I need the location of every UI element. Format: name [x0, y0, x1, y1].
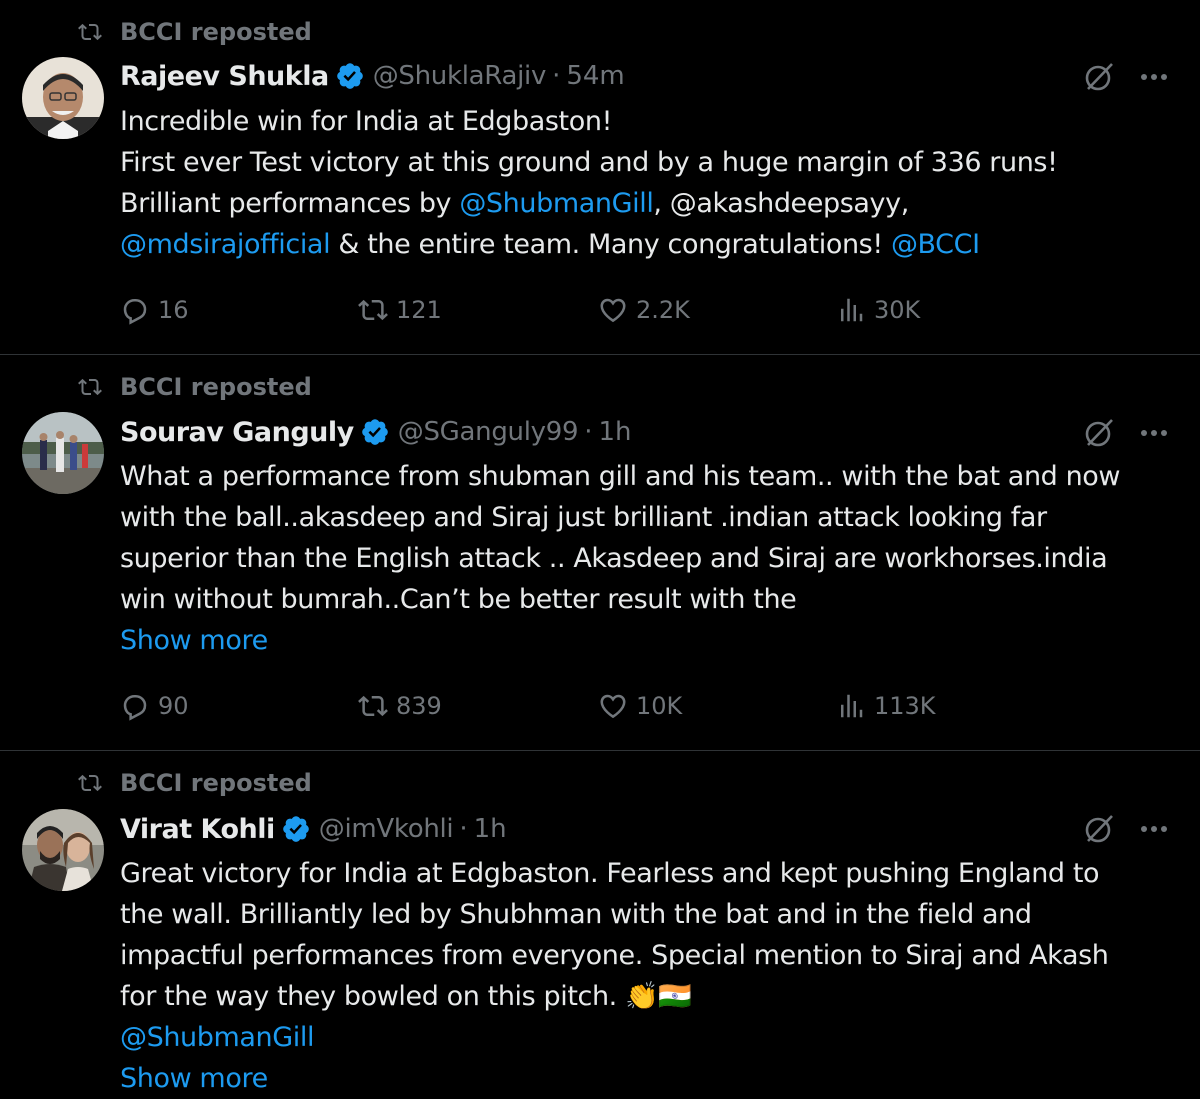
reply-button[interactable]: 16: [120, 290, 189, 330]
reply-button[interactable]: 90: [120, 686, 189, 726]
repost-label: BCCI reposted: [120, 373, 312, 401]
verified-badge-icon: [336, 63, 363, 89]
views-icon: [841, 298, 863, 322]
share-icon: [1144, 299, 1164, 320]
avatar[interactable]: [22, 412, 104, 494]
views-count: 30K: [874, 296, 921, 324]
repost-indicator: BCCI reposted: [78, 372, 312, 402]
tweet-1[interactable]: BCCI reposted Rajeev Shukla @ShuklaRajiv…: [0, 0, 1200, 354]
like-button[interactable]: 10K: [598, 686, 682, 726]
bookmark-icon: [1086, 695, 1102, 718]
grok-icon[interactable]: [1082, 60, 1116, 94]
tweet-line: First ever Test victory at this ground a…: [120, 147, 1058, 178]
repost-indicator: BCCI reposted: [78, 768, 312, 798]
like-count: 2.2K: [636, 296, 690, 324]
views-button[interactable]: 113K: [836, 686, 936, 726]
verified-badge-icon: [282, 816, 309, 842]
bookmark-button[interactable]: [1074, 290, 1114, 330]
show-more-link[interactable]: Show more: [120, 625, 268, 656]
separator: ·: [459, 814, 468, 844]
separator: ·: [552, 61, 561, 91]
repost-label: BCCI reposted: [120, 769, 312, 797]
mention-link[interactable]: @ShubmanGill: [459, 188, 653, 219]
more-icon[interactable]: [1138, 813, 1170, 845]
views-count: 113K: [874, 692, 936, 720]
handle[interactable]: @ShuklaRajiv: [373, 61, 547, 91]
tweet-line: Great victory for India at Edgbaston. Fe…: [120, 858, 1100, 889]
repost-icon: [358, 695, 388, 717]
tweet-line: @mdsirajofficial & the entire team. Many…: [120, 229, 980, 260]
avatar[interactable]: [22, 57, 104, 139]
tweet-text: What a performance from shubman gill and…: [120, 456, 1180, 661]
repost-label: BCCI reposted: [120, 18, 312, 46]
timestamp[interactable]: 1h: [598, 417, 631, 447]
bookmark-button[interactable]: [1074, 686, 1114, 726]
like-button[interactable]: 2.2K: [598, 290, 690, 330]
repost-count: 121: [396, 296, 442, 324]
tweet-line: win without bumrah..Can’t be better resu…: [120, 584, 797, 615]
repost-indicator: BCCI reposted: [78, 17, 312, 47]
tweet-2[interactable]: BCCI reposted Sourav Ganguly @SGanguly99…: [0, 355, 1200, 750]
tweet-line: What a performance from shubman gill and…: [120, 461, 1121, 492]
share-button[interactable]: [1134, 290, 1174, 330]
repost-button[interactable]: 121: [358, 290, 442, 330]
tweet-line: for the way they bowled on this pitch. 👏…: [120, 981, 692, 1012]
tweet-line: Incredible win for India at Edgbaston!: [120, 106, 612, 137]
grok-icon[interactable]: [1082, 416, 1116, 450]
tweet-text: Great victory for India at Edgbaston. Fe…: [120, 853, 1180, 1099]
grok-icon[interactable]: [1082, 812, 1116, 846]
views-button[interactable]: 30K: [836, 290, 920, 330]
handle[interactable]: @imVkohli: [319, 814, 454, 844]
reply-count: 90: [158, 692, 189, 720]
repost-count: 839: [396, 692, 442, 720]
display-name[interactable]: Sourav Ganguly: [120, 417, 354, 448]
tweet-line: Show more: [120, 620, 1180, 661]
tweet-line: Show more: [120, 1058, 1180, 1099]
repost-button[interactable]: 839: [358, 686, 442, 726]
mention-link[interactable]: @ShubmanGill: [120, 1022, 314, 1053]
display-name[interactable]: Rajeev Shukla: [120, 61, 329, 92]
bookmark-icon: [1086, 299, 1102, 322]
reply-count: 16: [158, 296, 189, 324]
action-bar: 90 839 10K 113K: [120, 686, 1180, 726]
tweet-header: Virat Kohli @imVkohli · 1h: [120, 809, 507, 849]
reply-icon: [123, 299, 147, 325]
heart-icon: [600, 694, 626, 719]
repost-icon: [78, 774, 102, 792]
tweet-header: Rajeev Shukla @ShuklaRajiv · 54m: [120, 56, 625, 96]
tweet-line: superior than the English attack .. Akas…: [120, 543, 1108, 574]
views-icon: [841, 694, 863, 718]
timestamp[interactable]: 54m: [566, 61, 624, 91]
separator: ·: [584, 417, 593, 447]
like-count: 10K: [636, 692, 683, 720]
tweet-line: impactful performances from everyone. Sp…: [120, 940, 1109, 971]
more-icon[interactable]: [1138, 417, 1170, 449]
tweet-line: with the ball..akasdeep and Siraj just b…: [120, 502, 1047, 533]
timestamp[interactable]: 1h: [474, 814, 507, 844]
show-more-link[interactable]: Show more: [120, 1063, 268, 1094]
repost-icon: [358, 299, 388, 321]
heart-icon: [600, 298, 626, 323]
tweet-line: the wall. Brilliantly led by Shubhman wi…: [120, 899, 1032, 930]
action-bar: 16 121 2.2K 30K: [120, 290, 1180, 330]
tweet-line: @ShubmanGill: [120, 1017, 1180, 1058]
display-name[interactable]: Virat Kohli: [120, 814, 275, 845]
tweet-text: Incredible win for India at Edgbaston! F…: [120, 101, 1180, 265]
tweet-header: Sourav Ganguly @SGanguly99 · 1h: [120, 412, 632, 452]
mention-link[interactable]: @BCCI: [891, 229, 980, 260]
verified-badge-icon: [361, 419, 388, 445]
more-icon[interactable]: [1138, 61, 1170, 93]
share-button[interactable]: [1134, 686, 1174, 726]
repost-icon: [78, 378, 102, 396]
mention-link[interactable]: @mdsirajofficial: [120, 229, 331, 260]
handle[interactable]: @SGanguly99: [398, 417, 579, 447]
tweet-line: Brilliant performances by @ShubmanGill, …: [120, 188, 909, 219]
share-icon: [1144, 695, 1164, 716]
repost-icon: [78, 23, 102, 41]
tweet-3[interactable]: BCCI reposted Virat Kohli @imVkohli · 1h…: [0, 751, 1200, 1098]
avatar[interactable]: [22, 809, 104, 891]
reply-icon: [123, 695, 147, 721]
